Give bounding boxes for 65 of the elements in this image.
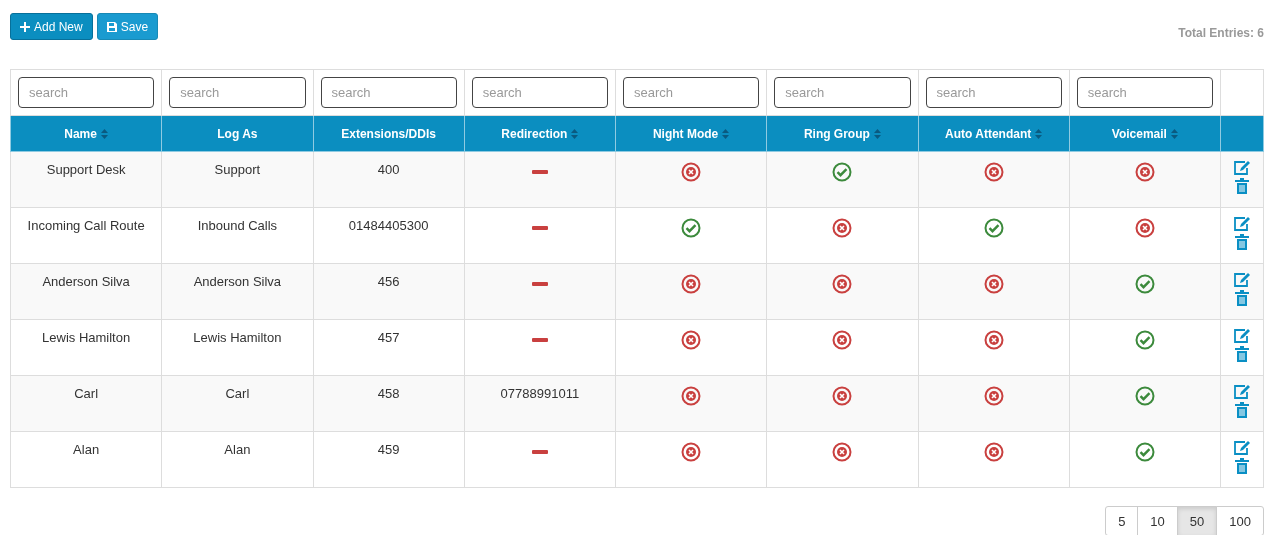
table-cell: Alan [161,431,313,488]
trash-icon[interactable] [1235,290,1249,306]
minus-icon [531,282,548,286]
add-new-button[interactable]: Add New [10,13,93,40]
search-field[interactable]: search [1076,77,1213,108]
trash-icon[interactable] [1235,402,1249,418]
page-size-button[interactable]: 100 [1216,506,1264,535]
minus-icon [531,170,548,174]
table-cell: Anderson Silva [10,263,162,320]
minus-icon [531,338,548,342]
minus-icon [531,450,548,454]
table-cell: 01484405300 [313,207,465,264]
sort-icon [100,129,108,140]
table-cell: Carl [161,375,313,432]
trash-icon[interactable] [1235,234,1249,250]
sort-icon [722,129,730,140]
table-cell: Incoming Call Route [10,207,162,264]
search-field[interactable]: search [774,77,911,108]
search-field[interactable]: search [623,77,760,108]
page-size-button[interactable]: 50 [1176,506,1218,535]
table-cell: 456 [313,263,465,320]
table-cell: Lewis Hamilton [161,319,313,376]
column-header[interactable]: Night Mode [615,115,767,152]
edit-icon[interactable] [1233,440,1251,456]
table-cell: Alan [10,431,162,488]
table-cell: Carl [10,375,162,432]
column-header[interactable]: Voicemail [1069,115,1221,152]
edit-icon[interactable] [1233,328,1251,344]
page-size-button[interactable]: 5 [1105,506,1139,535]
search-field[interactable]: search [169,77,306,108]
column-header[interactable]: Auto Attendant [918,115,1070,152]
table-cell: 400 [313,151,465,208]
table-cell: 07788991011 [464,375,616,432]
table-cell: Support Desk [10,151,162,208]
table-cell: 457 [313,319,465,376]
edit-icon[interactable] [1233,384,1251,400]
search-field[interactable]: search [18,77,155,108]
minus-icon [531,226,548,230]
column-header[interactable]: Redirection [464,115,616,152]
edit-icon[interactable] [1233,160,1251,176]
sort-icon [873,129,881,140]
trash-icon[interactable] [1235,346,1249,362]
search-field[interactable]: search [925,77,1062,108]
table-cell: 458 [313,375,465,432]
column-header: Log As [161,115,313,152]
edit-icon[interactable] [1233,216,1251,232]
sort-icon [1170,129,1178,140]
table-cell: Lewis Hamilton [10,319,162,376]
save-button[interactable]: Save [96,13,159,40]
trash-icon[interactable] [1235,178,1249,194]
plus-icon [20,21,30,32]
sort-icon [1035,129,1043,140]
table-cell: Inbound Calls [161,207,313,264]
sort-icon [571,129,579,140]
total-entries: Total Entries: 6 [1178,26,1264,40]
table-cell: Support [161,151,313,208]
trash-icon[interactable] [1235,458,1249,474]
search-field[interactable]: search [471,77,608,108]
table-cell: 459 [313,431,465,488]
column-header: Extensions/DDIs [313,115,465,152]
column-header[interactable]: Name [10,115,162,152]
column-header[interactable]: Ring Group [766,115,918,152]
table-cell: Anderson Silva [161,263,313,320]
edit-icon[interactable] [1233,272,1251,288]
search-field[interactable]: search [320,77,457,108]
